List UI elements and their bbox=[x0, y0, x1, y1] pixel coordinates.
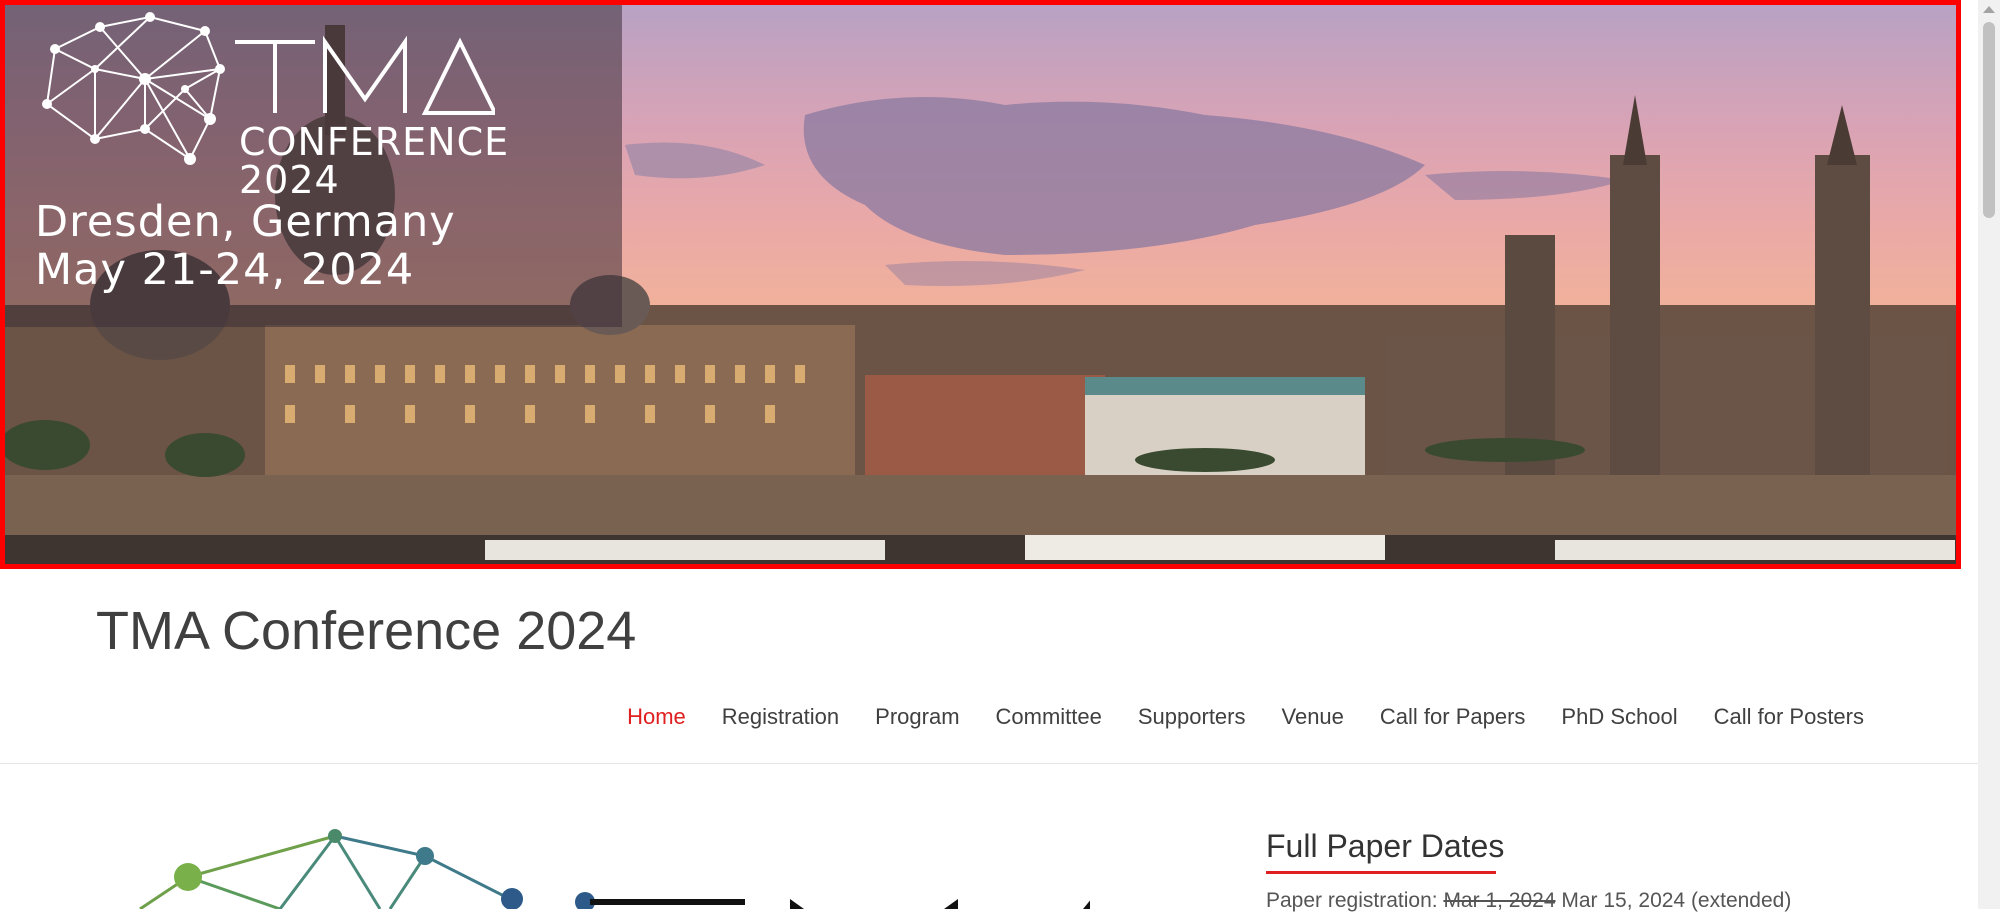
banner-dates: May 21-24, 2024 bbox=[35, 245, 415, 295]
banner-year: 2024 bbox=[239, 158, 340, 202]
tma-color-logo-icon bbox=[139, 829, 1090, 909]
nav-item-committee[interactable]: Committee bbox=[978, 704, 1120, 730]
nav-item-venue[interactable]: Venue bbox=[1264, 704, 1362, 730]
nav-item-call-for-papers[interactable]: Call for Papers bbox=[1362, 704, 1544, 730]
nav-item-home[interactable]: Home bbox=[609, 704, 704, 730]
scrollbar-thumb[interactable] bbox=[1983, 22, 1995, 218]
banner-city: Dresden, Germany bbox=[35, 197, 456, 247]
paper-registration-line: Paper registration: Mar 1, 2024 Mar 15, … bbox=[1266, 889, 1791, 913]
nav-item-supporters[interactable]: Supporters bbox=[1120, 704, 1264, 730]
main-navigation: Home Registration Program Committee Supp… bbox=[609, 704, 1882, 730]
nav-item-registration[interactable]: Registration bbox=[704, 704, 857, 730]
header-divider bbox=[0, 763, 1978, 764]
nav-item-program[interactable]: Program bbox=[857, 704, 977, 730]
heading-underline bbox=[1266, 871, 1496, 874]
site-title[interactable]: TMA Conference 2024 bbox=[96, 600, 636, 662]
nav-item-phd-school[interactable]: PhD School bbox=[1543, 704, 1695, 730]
hero-banner: CONFERENCE 2024 Dresden, Germany May 21-… bbox=[0, 0, 1961, 569]
vertical-scrollbar[interactable] bbox=[1978, 0, 2000, 909]
scroll-up-arrow-icon[interactable] bbox=[1983, 6, 1995, 13]
banner-conference-label: CONFERENCE bbox=[239, 120, 510, 164]
nav-item-call-for-posters[interactable]: Call for Posters bbox=[1696, 704, 1882, 730]
full-paper-dates-heading: Full Paper Dates bbox=[1266, 828, 1505, 864]
